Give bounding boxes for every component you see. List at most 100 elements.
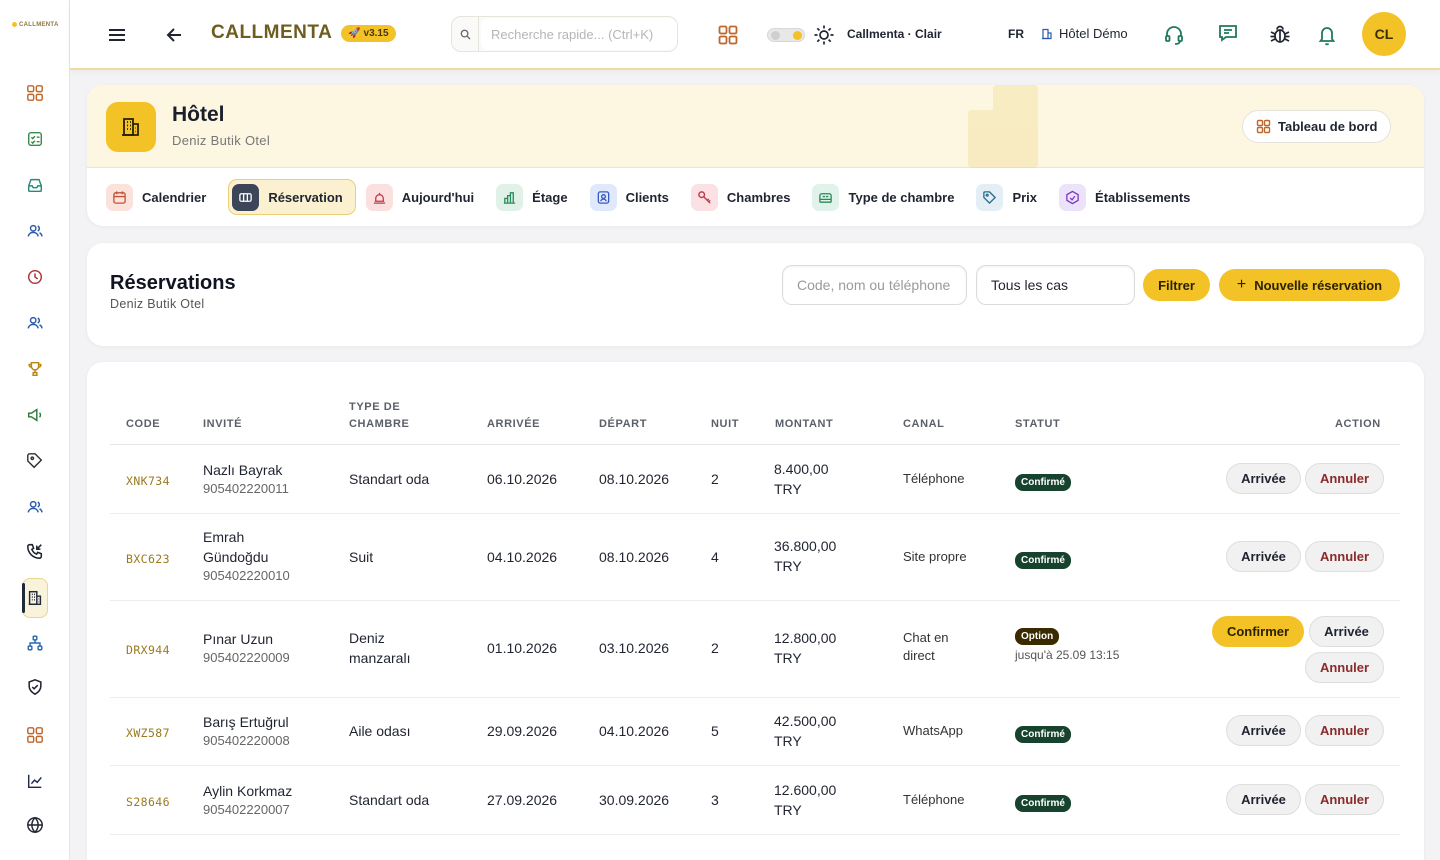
amount: 12.600,00 TRY <box>774 780 836 820</box>
amount-currency: TRY <box>774 481 802 497</box>
guest-name: Aylin Korkmaz <box>203 783 293 799</box>
guest-name: Barış Ertuğrul <box>203 714 289 730</box>
sidebar-item-web[interactable] <box>22 812 48 838</box>
dashboard-icon <box>1256 119 1271 134</box>
cancel-button[interactable]: Annuler <box>1305 715 1384 746</box>
bug-report-button[interactable] <box>1269 23 1291 45</box>
guest-cell: Emrah Gündoğdu 905402220010 <box>203 527 298 585</box>
sidebar-item-history[interactable] <box>22 264 48 290</box>
arrival-date: 04.10.2026 <box>487 549 558 565</box>
support-button[interactable] <box>1163 24 1185 46</box>
brand-name[interactable]: CALLMENTA <box>211 22 332 44</box>
reservation-search-input[interactable] <box>782 265 967 305</box>
amount: 12.800,00 TRY <box>774 628 836 668</box>
sidebar-item-inbox[interactable] <box>22 172 48 198</box>
arrival-date: 06.10.2026 <box>487 471 558 487</box>
sidebar-item-tasks[interactable] <box>22 126 48 152</box>
sidebar-item-campaigns[interactable] <box>22 402 48 428</box>
sidebar-item-dashboard[interactable] <box>22 80 48 106</box>
col-header-amount: MONTANT <box>775 418 834 430</box>
reservation-code[interactable]: S28646 <box>126 792 170 812</box>
cancel-button[interactable]: Annuler <box>1305 541 1384 572</box>
hamburger-icon <box>109 29 125 41</box>
tab-label: Réservation <box>268 189 343 205</box>
sidebar-item-reports[interactable] <box>22 768 48 794</box>
section-subtitle: Deniz Butik Otel <box>110 297 205 311</box>
tab-label: Calendrier <box>142 189 207 205</box>
sidebar-item-awards[interactable] <box>22 356 48 382</box>
sidebar: CALLMENTA <box>0 0 70 860</box>
tab-type-de-chambre[interactable]: Type de chambre <box>812 179 966 215</box>
amount-value: 8.400,00 <box>774 461 829 477</box>
status-badge: Confirmé <box>1015 726 1071 743</box>
language-selector[interactable]: FR <box>1008 27 1024 41</box>
channel: Téléphone <box>903 471 965 486</box>
guest-phone: 905402220008 <box>203 733 290 748</box>
arrival-button[interactable]: Arrivée <box>1226 715 1301 746</box>
sidebar-item-security[interactable] <box>22 674 48 700</box>
sidebar-logo[interactable]: CALLMENTA <box>12 22 59 28</box>
globe-icon <box>27 816 43 834</box>
key-icon <box>690 183 718 211</box>
version-badge: 🚀 v3.15 <box>341 24 396 42</box>
sidebar-item-network[interactable] <box>22 630 48 656</box>
arrival-button[interactable]: Arrivée <box>1226 463 1301 494</box>
theme-label[interactable]: Callmenta · Clair <box>847 27 942 41</box>
tab-etage[interactable]: Étage <box>496 179 579 215</box>
global-search-input[interactable] <box>481 18 677 50</box>
confirm-button[interactable]: Confirmer <box>1212 616 1304 647</box>
channel: Téléphone <box>903 792 965 807</box>
shield-icon <box>28 678 42 696</box>
tab-reservation[interactable]: Réservation <box>228 179 356 215</box>
new-reservation-button[interactable]: + Nouvelle réservation <box>1219 269 1400 301</box>
sidebar-item-apps[interactable] <box>22 722 48 748</box>
arrival-button[interactable]: Arrivée <box>1226 784 1301 815</box>
sidebar-item-contacts[interactable] <box>22 218 48 244</box>
building-watermark-icon <box>968 85 1038 168</box>
guest-name: Emrah Gündoğdu <box>203 529 269 565</box>
user-avatar[interactable]: CL <box>1362 12 1406 56</box>
tab-prix[interactable]: Prix <box>976 179 1049 215</box>
guest-cell: Barış Ertuğrul 905402220008 <box>203 712 290 750</box>
tab-clients[interactable]: Clients <box>589 179 681 215</box>
amount-currency: TRY <box>774 802 802 818</box>
reservation-code[interactable]: DRX944 <box>126 640 170 660</box>
menu-button[interactable] <box>106 24 128 46</box>
hotel-selector[interactable]: Hôtel Démo <box>1041 26 1128 41</box>
sidebar-item-calls[interactable] <box>22 538 48 564</box>
sidebar-item-team[interactable] <box>22 310 48 336</box>
staff-icon <box>27 500 43 513</box>
theme-toggle[interactable] <box>767 28 805 42</box>
notifications-button[interactable] <box>1317 24 1337 46</box>
cancel-button[interactable]: Annuler <box>1305 463 1384 494</box>
col-header-departure: DÉPART <box>599 418 648 430</box>
tab-chambres[interactable]: Chambres <box>690 179 803 215</box>
reservation-code[interactable]: XNK734 <box>126 471 170 491</box>
bell-icon <box>365 183 393 211</box>
reservations-header-card: Réservations Deniz Butik Otel Tous les c… <box>87 243 1424 346</box>
sidebar-item-staff[interactable] <box>22 494 48 520</box>
sidebar-item-tags[interactable] <box>22 448 48 474</box>
reservation-code[interactable]: XWZ587 <box>126 723 170 743</box>
tab-etablissements[interactable]: Établissements <box>1059 179 1202 215</box>
id-icon <box>589 183 617 211</box>
arrival-button[interactable]: Arrivée <box>1226 541 1301 572</box>
messages-button[interactable] <box>1217 22 1239 44</box>
status-filter-select[interactable]: Tous les cas <box>976 265 1135 305</box>
amount: 42.500,00 TRY <box>774 711 836 751</box>
apps-button[interactable] <box>717 24 739 46</box>
sidebar-item-hotel[interactable] <box>22 578 48 618</box>
arrival-button[interactable]: Arrivée <box>1309 616 1384 647</box>
guest-name: Pınar Uzun <box>203 631 274 647</box>
back-button[interactable] <box>165 24 185 46</box>
cancel-button[interactable]: Annuler <box>1305 652 1384 683</box>
apps-grid-icon <box>718 25 738 45</box>
tab-aujourdhui[interactable]: Aujourd'hui <box>365 179 486 215</box>
dashboard-button[interactable]: Tableau de bord <box>1242 110 1392 143</box>
tab-calendrier[interactable]: Calendrier <box>106 179 218 215</box>
tag-icon <box>27 453 43 469</box>
hotel-header-banner: Hôtel Deniz Butik Otel Tableau de bord <box>87 85 1424 168</box>
reservation-code[interactable]: BXC623 <box>126 549 170 569</box>
filter-button[interactable]: Filtrer <box>1143 269 1210 301</box>
cancel-button[interactable]: Annuler <box>1305 784 1384 815</box>
